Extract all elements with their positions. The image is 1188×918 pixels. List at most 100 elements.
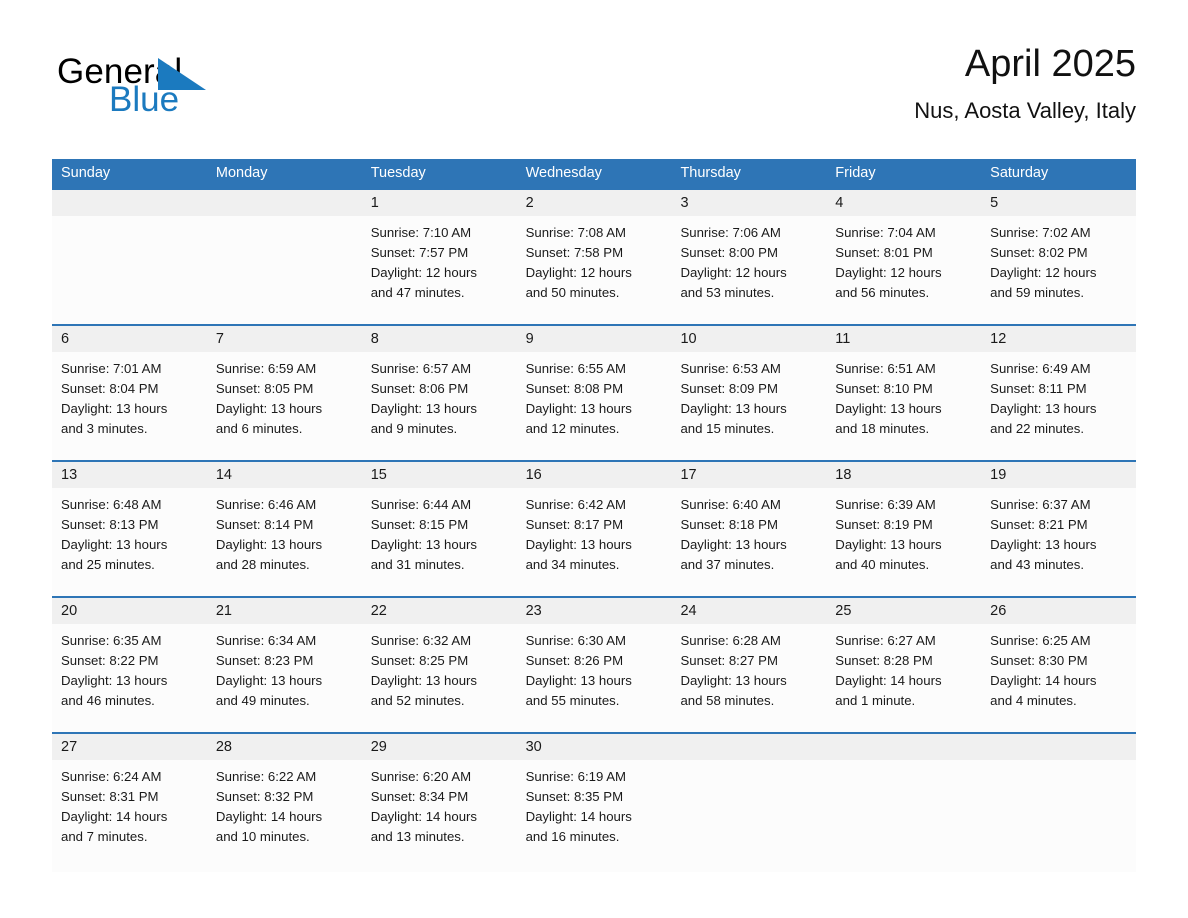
sunrise-text: Sunrise: 6:39 AM	[835, 497, 936, 512]
day-number	[52, 190, 207, 216]
day-cell[interactable]: Sunrise: 7:02 AM Sunset: 8:02 PM Dayligh…	[981, 216, 1136, 324]
day-cell[interactable]: Sunrise: 6:25 AM Sunset: 8:30 PM Dayligh…	[981, 624, 1136, 732]
daylight-text-1: Daylight: 13 hours	[835, 537, 942, 552]
day-cell[interactable]: Sunrise: 7:01 AM Sunset: 8:04 PM Dayligh…	[52, 352, 207, 460]
sunset-text: Sunset: 7:57 PM	[370, 245, 469, 260]
day-cell[interactable]: Sunrise: 6:30 AM Sunset: 8:26 PM Dayligh…	[517, 624, 672, 732]
day-number: 29	[370, 739, 387, 755]
daylight-text-2: and 9 minutes.	[370, 421, 458, 436]
day-cell[interactable]: Sunrise: 6:37 AM Sunset: 8:21 PM Dayligh…	[981, 488, 1136, 596]
daylight-text-2: and 46 minutes.	[61, 693, 155, 708]
daylight-text-1: Daylight: 12 hours	[835, 265, 942, 280]
weekday-header-sunday: Sunday	[61, 165, 111, 181]
day-number: 24	[680, 603, 697, 619]
daylight-text-2: and 43 minutes.	[990, 557, 1084, 572]
day-number: 9	[525, 331, 534, 347]
day-cell[interactable]: Sunrise: 6:39 AM Sunset: 8:19 PM Dayligh…	[826, 488, 981, 596]
sunrise-text: Sunrise: 7:04 AM	[835, 225, 936, 240]
weekday-header-saturday: Saturday	[990, 165, 1049, 181]
day-cell[interactable]: Sunrise: 6:27 AM Sunset: 8:28 PM Dayligh…	[826, 624, 981, 732]
daylight-text-1: Daylight: 13 hours	[370, 401, 478, 416]
daylight-text-2: and 56 minutes.	[835, 285, 930, 300]
sunrise-text: Sunrise: 6:35 AM	[61, 633, 162, 648]
day-number	[826, 734, 981, 760]
day-cell[interactable]: Sunrise: 6:20 AM Sunset: 8:34 PM Dayligh…	[362, 760, 517, 872]
sunrise-text: Sunrise: 6:28 AM	[680, 633, 781, 648]
daylight-text-1: Daylight: 12 hours	[525, 265, 632, 280]
day-cell[interactable]: Sunrise: 6:24 AM Sunset: 8:31 PM Dayligh…	[52, 760, 207, 872]
day-cell[interactable]: Sunrise: 6:49 AM Sunset: 8:11 PM Dayligh…	[981, 352, 1136, 460]
day-cell[interactable]: Sunrise: 7:08 AM Sunset: 7:58 PM Dayligh…	[517, 216, 672, 324]
day-number: 15	[370, 467, 387, 483]
day-cell[interactable]: Sunrise: 6:34 AM Sunset: 8:23 PM Dayligh…	[207, 624, 362, 732]
sunset-text: Sunset: 8:25 PM	[370, 653, 469, 668]
daylight-text-2: and 1 minute.	[835, 693, 916, 708]
day-number: 27	[61, 739, 78, 755]
day-number: 3	[680, 195, 689, 211]
day-number	[207, 190, 362, 216]
day-cell[interactable]: Sunrise: 6:35 AM Sunset: 8:22 PM Dayligh…	[52, 624, 207, 732]
day-cell[interactable]: Sunrise: 6:48 AM Sunset: 8:13 PM Dayligh…	[52, 488, 207, 596]
day-details-row: Sunrise: 7:01 AM Sunset: 8:04 PM Dayligh…	[52, 352, 1136, 460]
day-cell[interactable]: Sunrise: 6:59 AM Sunset: 8:05 PM Dayligh…	[207, 352, 362, 460]
daylight-text-2: and 22 minutes.	[990, 421, 1084, 436]
day-cell[interactable]: Sunrise: 7:06 AM Sunset: 8:00 PM Dayligh…	[671, 216, 826, 324]
day-cell[interactable]: Sunrise: 6:19 AM Sunset: 8:35 PM Dayligh…	[517, 760, 672, 872]
sunset-text: Sunset: 8:02 PM	[990, 245, 1088, 260]
day-cell[interactable]: Sunrise: 6:55 AM Sunset: 8:08 PM Dayligh…	[517, 352, 672, 460]
daylight-text-1: Daylight: 13 hours	[370, 537, 478, 552]
day-cell[interactable]: Sunrise: 6:42 AM Sunset: 8:17 PM Dayligh…	[517, 488, 672, 596]
sunset-text: Sunset: 8:30 PM	[990, 653, 1088, 668]
page-title: April 2025	[964, 43, 1136, 85]
day-cell[interactable]	[981, 760, 1136, 872]
day-cell[interactable]: Sunrise: 7:04 AM Sunset: 8:01 PM Dayligh…	[826, 216, 981, 324]
weekday-header-monday: Monday	[215, 165, 268, 181]
day-number: 18	[835, 467, 852, 483]
sunset-text: Sunset: 7:58 PM	[525, 245, 624, 260]
day-cell[interactable]: Sunrise: 6:22 AM Sunset: 8:32 PM Dayligh…	[207, 760, 362, 872]
calendar-week-row: 20 21 22 23 24 25 26 Sunrise: 6:35 AM Su…	[52, 596, 1136, 732]
day-cell[interactable]: Sunrise: 6:57 AM Sunset: 8:06 PM Dayligh…	[362, 352, 517, 460]
sunrise-text: Sunrise: 6:34 AM	[215, 633, 317, 648]
day-details-row: Sunrise: 6:24 AM Sunset: 8:31 PM Dayligh…	[52, 760, 1136, 872]
day-cell[interactable]: Sunrise: 6:32 AM Sunset: 8:25 PM Dayligh…	[362, 624, 517, 732]
daylight-text-2: and 58 minutes.	[680, 693, 775, 708]
daylight-text-1: Daylight: 13 hours	[680, 401, 787, 416]
sunset-text: Sunset: 8:22 PM	[61, 653, 159, 668]
day-cell[interactable]	[671, 760, 826, 872]
day-cell[interactable]: Sunrise: 7:10 AM Sunset: 7:57 PM Dayligh…	[362, 216, 517, 324]
daylight-text-2: and 16 minutes.	[525, 829, 620, 844]
day-cell[interactable]	[207, 216, 362, 324]
day-cell[interactable]: Sunrise: 6:44 AM Sunset: 8:15 PM Dayligh…	[362, 488, 517, 596]
sunrise-text: Sunrise: 7:10 AM	[370, 225, 472, 240]
daylight-text-1: Daylight: 13 hours	[215, 401, 323, 416]
day-number: 23	[525, 603, 542, 619]
day-cell[interactable]: Sunrise: 6:51 AM Sunset: 8:10 PM Dayligh…	[826, 352, 981, 460]
sunset-text: Sunset: 8:32 PM	[215, 789, 314, 804]
sunset-text: Sunset: 8:08 PM	[525, 381, 624, 396]
day-cell[interactable]	[826, 760, 981, 872]
sunset-text: Sunset: 8:00 PM	[680, 245, 778, 260]
weekday-header-tuesday: Tuesday	[370, 165, 426, 181]
day-cell[interactable]: Sunrise: 6:46 AM Sunset: 8:14 PM Dayligh…	[207, 488, 362, 596]
day-cell[interactable]: Sunrise: 6:40 AM Sunset: 8:18 PM Dayligh…	[671, 488, 826, 596]
daylight-text-1: Daylight: 14 hours	[61, 809, 168, 824]
day-cell[interactable]: Sunrise: 6:53 AM Sunset: 8:09 PM Dayligh…	[671, 352, 826, 460]
day-cell[interactable]: Sunrise: 6:28 AM Sunset: 8:27 PM Dayligh…	[671, 624, 826, 732]
daylight-text-1: Daylight: 13 hours	[61, 673, 168, 688]
sunrise-text: Sunrise: 6:44 AM	[370, 497, 472, 512]
daylight-text-2: and 52 minutes.	[370, 693, 465, 708]
sunset-text: Sunset: 8:01 PM	[835, 245, 933, 260]
daylight-text-2: and 49 minutes.	[215, 693, 310, 708]
daylight-text-1: Daylight: 14 hours	[215, 809, 323, 824]
daylight-text-2: and 12 minutes.	[525, 421, 620, 436]
daylight-text-2: and 34 minutes.	[525, 557, 620, 572]
day-details-row: Sunrise: 7:10 AM Sunset: 7:57 PM Dayligh…	[52, 216, 1136, 324]
sunrise-text: Sunrise: 6:19 AM	[525, 769, 627, 784]
sunset-text: Sunset: 8:27 PM	[680, 653, 778, 668]
sunrise-text: Sunrise: 6:22 AM	[215, 769, 317, 784]
day-number: 11	[835, 331, 851, 347]
sunrise-text: Sunrise: 6:46 AM	[215, 497, 317, 512]
daylight-text-1: Daylight: 13 hours	[525, 673, 632, 688]
day-cell[interactable]	[52, 216, 207, 324]
